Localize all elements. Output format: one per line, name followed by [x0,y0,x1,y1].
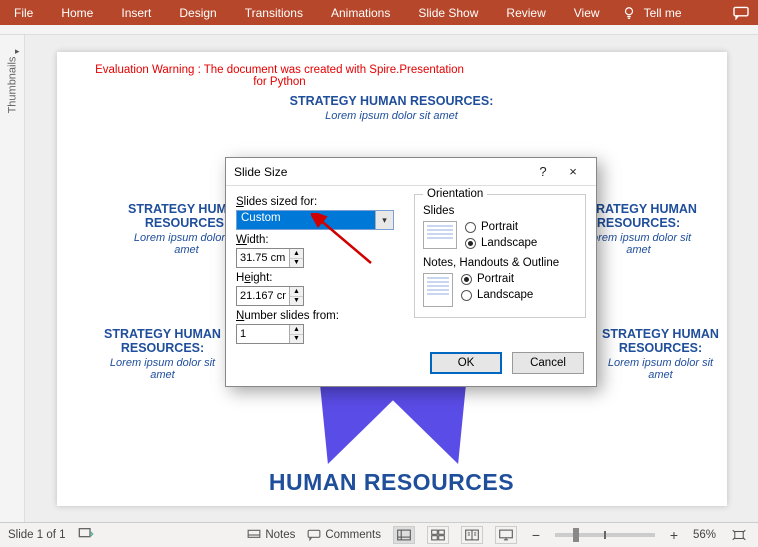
number-from-label: Number slides from: [236,310,400,322]
notes-button[interactable]: Notes [247,529,295,541]
slideshow-view-button[interactable] [495,526,517,544]
spin-down-icon[interactable]: ▼ [290,297,303,306]
tab-review[interactable]: Review [492,0,559,25]
status-bar: Slide 1 of 1 Notes Comments − + 56% [0,522,758,547]
bulb-icon [622,6,636,20]
thumbnails-panel[interactable]: ▸ Thumbnails [0,35,25,522]
slides-orientation-label: Slides [423,205,577,217]
tab-design[interactable]: Design [165,0,230,25]
slides-sized-for-combo[interactable]: Custom ▾ [236,210,394,230]
spellcheck-icon[interactable] [78,527,94,544]
notes-landscape-radio[interactable]: Landscape [461,289,533,301]
width-input[interactable] [237,249,289,267]
notes-portrait-radio[interactable]: Portrait [461,273,533,285]
chevron-down-icon[interactable]: ▾ [375,211,393,229]
spin-down-icon[interactable]: ▼ [290,259,303,268]
orientation-fieldset: Orientation Slides Portrait Landscape No… [414,194,586,318]
ribbon-content-collapsed [0,25,758,35]
heading-title: STRATEGY HUMAN RESOURCES: [601,327,721,356]
chevron-right-icon: ▸ [15,46,20,57]
spin-down-icon[interactable]: ▼ [290,335,303,344]
slides-sized-for-label: Slides sized for: [236,196,400,208]
main-title: HUMAN RESOURCES [57,469,727,496]
heading-block-top: STRATEGY HUMAN RESOURCES: Lorem ipsum do… [57,94,727,122]
thumbnails-label: Thumbnails [6,57,18,114]
comment-popup-icon[interactable] [732,6,750,20]
slide-sorter-view-button[interactable] [427,526,449,544]
spin-up-icon[interactable]: ▲ [290,325,303,335]
width-spinner[interactable]: ▲▼ [236,248,304,268]
spin-up-icon[interactable]: ▲ [290,287,303,297]
height-label: Height: [236,272,400,284]
tab-transitions[interactable]: Transitions [231,0,317,25]
reading-view-button[interactable] [461,526,483,544]
heading-subtitle: Lorem ipsum dolor sit amet [601,357,721,381]
cancel-button[interactable]: Cancel [512,352,584,374]
slide-counter: Slide 1 of 1 [8,529,66,541]
notes-orientation-label: Notes, Handouts & Outline [423,257,577,269]
tab-home[interactable]: Home [47,0,107,25]
ok-button[interactable]: OK [430,352,502,374]
zoom-in-button[interactable]: + [667,528,681,542]
heading-subtitle: Lorem ipsum dolor sit amet [57,110,727,122]
slide-size-dialog: Slide Size ? × Slides sized for: Custom … [225,157,597,387]
tab-slideshow[interactable]: Slide Show [404,0,492,25]
heading-title: STRATEGY HUMAN RESOURCES: [57,94,727,108]
evaluation-warning: Evaluation Warning : The document was cr… [95,64,465,88]
page-portrait-icon [423,273,453,307]
height-spinner[interactable]: ▲▼ [236,286,304,306]
ribbon: File Home Insert Design Transitions Anim… [0,0,758,25]
comments-button[interactable]: Comments [307,529,381,541]
height-input[interactable] [237,287,289,305]
fit-to-window-button[interactable] [728,526,750,544]
tab-view[interactable]: View [560,0,614,25]
number-from-input[interactable] [237,325,289,343]
heading-block-low-right: STRATEGY HUMAN RESOURCES: Lorem ipsum do… [601,327,721,382]
orientation-legend: Orientation [423,188,487,200]
zoom-slider[interactable] [555,533,655,537]
zoom-percent[interactable]: 56% [693,529,716,541]
spin-up-icon[interactable]: ▲ [290,249,303,259]
heading-block-low-left: STRATEGY HUMAN RESOURCES: Lorem ipsum do… [103,327,223,382]
heading-subtitle: Lorem ipsum dolor sit amet [103,357,223,381]
combo-value: Custom [237,211,375,229]
page-landscape-icon [423,221,457,249]
tab-insert[interactable]: Insert [107,0,165,25]
heading-title: STRATEGY HUMAN RESOURCES: [103,327,223,356]
slides-landscape-radio[interactable]: Landscape [465,237,537,249]
dialog-titlebar[interactable]: Slide Size ? × [226,158,596,186]
width-label: Width: [236,234,400,246]
number-from-spinner[interactable]: ▲▼ [236,324,304,344]
normal-view-button[interactable] [393,526,415,544]
help-button[interactable]: ? [528,164,558,179]
close-button[interactable]: × [558,164,588,179]
tab-animations[interactable]: Animations [317,0,404,25]
tab-file[interactable]: File [0,0,47,25]
zoom-out-button[interactable]: − [529,528,543,542]
dialog-title: Slide Size [234,165,528,179]
slides-portrait-radio[interactable]: Portrait [465,221,537,233]
tell-me[interactable]: Tell me [644,0,696,25]
